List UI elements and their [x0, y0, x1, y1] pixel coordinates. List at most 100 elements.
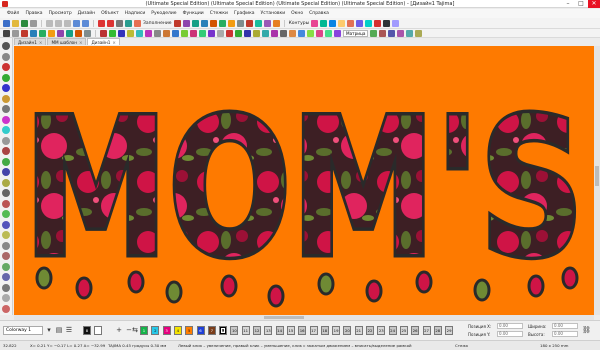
copy-icon[interactable] — [55, 19, 62, 27]
horizontal-scroll-thumb[interactable] — [264, 316, 304, 319]
embroidery-design[interactable]: MOM'S — [14, 46, 594, 315]
tool-21-icon[interactable] — [280, 29, 287, 37]
undo-icon[interactable] — [73, 19, 80, 27]
menu-item[interactable]: Графика — [231, 11, 258, 16]
left-tool-7-icon[interactable] — [2, 105, 10, 113]
fill-motif-icon[interactable] — [191, 19, 199, 27]
tool-13-icon[interactable] — [208, 29, 215, 37]
color-swatch[interactable]: 7 — [207, 326, 216, 335]
outline-triple-icon[interactable] — [320, 19, 328, 27]
menu-item[interactable]: Стежки — [207, 11, 231, 16]
color-swatch[interactable]: 8 — [83, 326, 91, 335]
width-field[interactable]: 0.00 — [552, 323, 578, 329]
tool-20-icon[interactable] — [271, 29, 278, 37]
tool-7-icon[interactable] — [154, 29, 161, 37]
document-tab[interactable]: Дизайн1 × — [87, 38, 120, 45]
menu-item[interactable]: Просмотр — [46, 11, 75, 16]
tool-32-icon[interactable] — [406, 29, 414, 37]
left-tool-14-icon[interactable] — [2, 178, 10, 187]
document-tab[interactable]: Дизайн1 × — [14, 38, 47, 45]
left-tool-5-icon[interactable] — [2, 84, 10, 92]
menu-item[interactable]: Объект — [98, 11, 122, 16]
left-tool-15-icon[interactable] — [2, 189, 10, 197]
thread-list-icon[interactable]: ☰ — [65, 326, 73, 335]
left-tool-16-icon[interactable] — [2, 199, 10, 208]
zoom-out-icon[interactable] — [107, 19, 114, 27]
color-swatch[interactable]: 10 — [230, 326, 239, 335]
color-swatch[interactable]: D — [219, 326, 228, 335]
monogram-icon[interactable] — [30, 29, 37, 37]
reshape-icon[interactable] — [12, 29, 19, 37]
color-swatch[interactable]: 22 — [366, 326, 374, 335]
tool-15-icon[interactable] — [226, 29, 233, 37]
left-tool-24-icon[interactable] — [2, 283, 10, 292]
color-swatch[interactable]: 13 — [264, 326, 273, 335]
design-text[interactable]: MOM'S — [21, 75, 588, 303]
vertical-scroll-thumb[interactable] — [595, 166, 599, 186]
height-field[interactable]: 0.00 — [552, 331, 578, 337]
tool-4-icon[interactable] — [127, 29, 134, 37]
fill-stipple-icon[interactable] — [245, 19, 253, 27]
tool-11-icon[interactable] — [190, 29, 197, 37]
color-swatch[interactable]: 23 — [377, 326, 386, 335]
left-tool-10-icon[interactable] — [2, 136, 10, 145]
left-tool-13-icon[interactable] — [2, 168, 10, 176]
menu-item[interactable]: Файл — [4, 11, 22, 16]
select-arrow-icon[interactable] — [3, 29, 10, 37]
left-tool-4-icon[interactable] — [2, 73, 10, 82]
color-swatch[interactable]: 12 — [253, 326, 261, 335]
tool-1-icon[interactable] — [100, 29, 107, 37]
menu-item[interactable]: Надписи — [122, 11, 149, 16]
color-swatch[interactable]: 11 — [241, 326, 250, 335]
tool-25-icon[interactable] — [316, 29, 323, 37]
outline-run-icon[interactable] — [311, 19, 319, 27]
grid-icon[interactable] — [116, 19, 123, 27]
left-tool-18-icon[interactable] — [2, 220, 10, 229]
color-swatch[interactable]: 5 — [185, 326, 194, 335]
reorder-colors-icon[interactable]: ⇆ — [131, 326, 139, 335]
tool-30-icon[interactable] — [388, 29, 396, 37]
menu-item[interactable]: Правка — [22, 11, 45, 16]
tool-33-icon[interactable] — [415, 29, 423, 37]
fill-contour-icon[interactable] — [272, 19, 280, 27]
outline-candle-icon[interactable] — [383, 19, 391, 27]
fill-satin-icon[interactable] — [173, 19, 181, 27]
lock-proportions-icon[interactable]: ⛓ — [582, 326, 591, 335]
print-icon[interactable] — [30, 19, 37, 27]
tool-19-icon[interactable] — [262, 29, 269, 37]
tool-28-icon[interactable] — [370, 29, 378, 37]
redo-icon[interactable] — [82, 19, 89, 27]
tool-8-icon[interactable] — [163, 29, 170, 37]
applique-icon[interactable] — [39, 29, 46, 37]
tool-26-icon[interactable] — [325, 29, 332, 37]
left-tool-11-icon[interactable] — [2, 147, 10, 155]
left-tool-12-icon[interactable] — [2, 157, 10, 166]
minimize-button[interactable]: – — [562, 0, 574, 8]
tool-24-icon[interactable] — [307, 29, 314, 37]
photo-stitch-icon[interactable] — [57, 29, 64, 37]
color-swatch[interactable]: 21 — [354, 326, 363, 335]
fill-net-icon[interactable] — [236, 19, 244, 27]
menu-item[interactable]: Дизайн — [75, 11, 98, 16]
left-tool-19-icon[interactable] — [2, 231, 10, 239]
cross-stitch-icon[interactable] — [66, 29, 73, 37]
color-swatch[interactable]: 18 — [320, 326, 329, 335]
fill-cross-icon[interactable] — [218, 19, 226, 27]
color-swatch[interactable]: 3 — [162, 326, 171, 335]
menu-item[interactable]: Справка — [306, 11, 332, 16]
tool-16-icon[interactable] — [235, 29, 242, 37]
menu-item[interactable]: Рукоделие — [148, 11, 179, 16]
outline-motif-icon[interactable] — [374, 19, 382, 27]
tool-17-icon[interactable] — [244, 29, 251, 37]
menu-item[interactable]: Функции — [180, 11, 207, 16]
color-swatch[interactable]: 6 — [196, 326, 205, 335]
color-swatch[interactable]: 27 — [422, 326, 431, 335]
color-swatch[interactable]: 2 — [151, 326, 160, 335]
outline-blanket-icon[interactable] — [356, 19, 364, 27]
color-swatch[interactable]: 19 — [332, 326, 341, 335]
tool-14-icon[interactable] — [217, 29, 224, 37]
color-swatch[interactable]: 16 — [298, 326, 307, 335]
paste-icon[interactable] — [64, 19, 71, 27]
vertical-scrollbar[interactable] — [594, 46, 600, 315]
fill-tatami-icon[interactable] — [182, 19, 190, 27]
